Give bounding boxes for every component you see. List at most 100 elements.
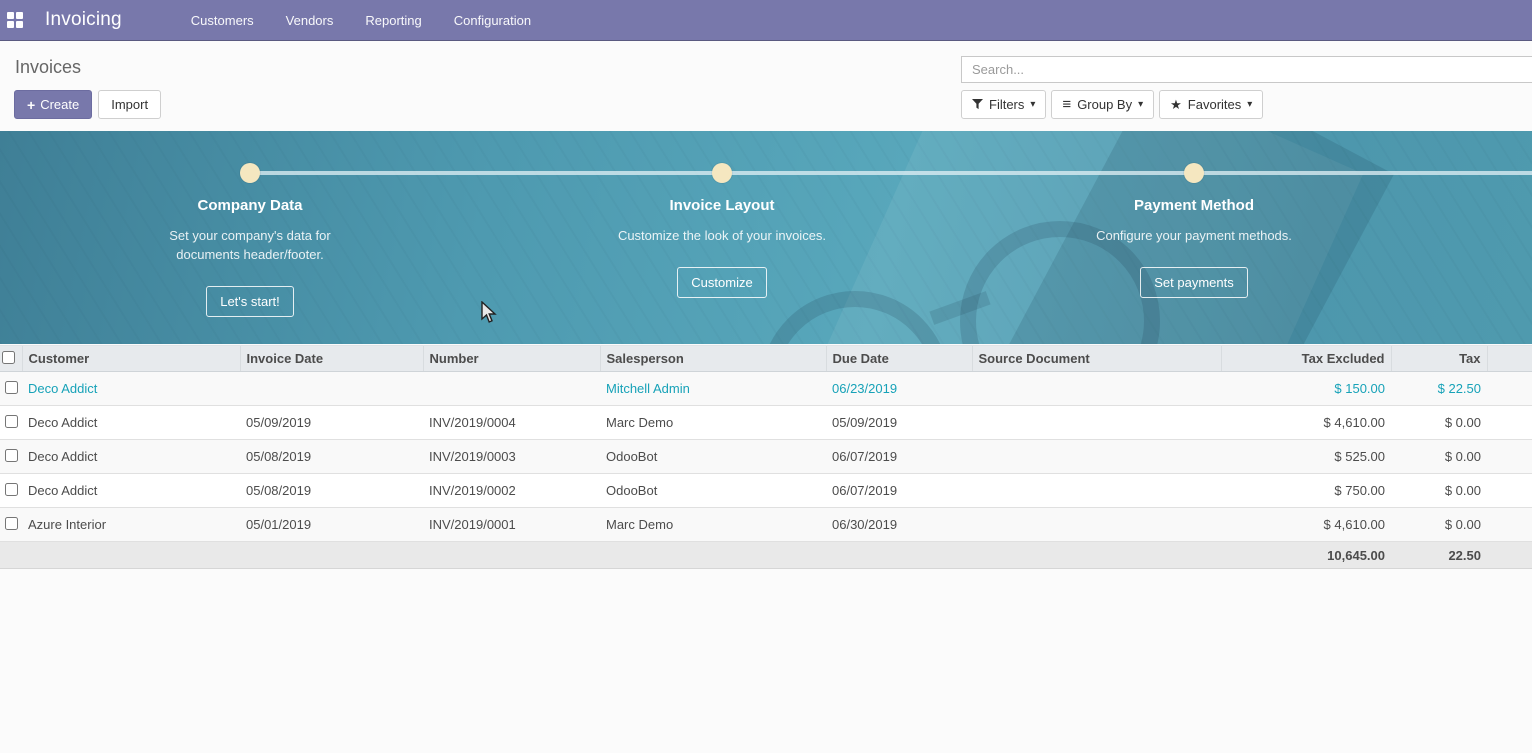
cell-invoice-date[interactable]: 05/08/2019: [240, 474, 423, 508]
cell-customer[interactable]: Deco Addict: [22, 440, 240, 474]
set-payments-button[interactable]: Set payments: [1140, 267, 1248, 298]
funnel-icon: [972, 99, 983, 110]
search-input[interactable]: [961, 56, 1532, 83]
cell-source-document[interactable]: [972, 508, 1221, 542]
cell-tax-excluded[interactable]: $ 525.00: [1221, 440, 1391, 474]
row-checkbox[interactable]: [5, 449, 18, 462]
menu-reporting[interactable]: Reporting: [353, 7, 433, 34]
cell-number[interactable]: INV/2019/0004: [423, 406, 600, 440]
col-header-due-date[interactable]: Due Date: [826, 346, 972, 372]
total-tax-excluded: 10,645.00: [1221, 542, 1391, 569]
cell-due-date[interactable]: 06/23/2019: [826, 372, 972, 406]
cell-trailing: [1487, 542, 1532, 569]
cell-salesperson[interactable]: OdooBot: [600, 474, 826, 508]
cell-trailing: [1487, 474, 1532, 508]
invoicing-app-screen: Invoicing Customers Vendors Reporting Co…: [0, 0, 1532, 753]
filters-label: Filters: [989, 97, 1024, 112]
row-checkbox[interactable]: [5, 381, 18, 394]
col-header-tax-excluded[interactable]: Tax Excluded: [1221, 346, 1391, 372]
import-button[interactable]: Import: [98, 90, 161, 119]
group-by-button[interactable]: ≡ Group By ▾: [1051, 90, 1154, 119]
import-button-label: Import: [111, 97, 148, 112]
cell-trailing: [1487, 372, 1532, 406]
cell-tax-excluded[interactable]: $ 4,610.00: [1221, 508, 1391, 542]
action-buttons: + Create Import: [14, 90, 161, 119]
cell-salesperson[interactable]: Marc Demo: [600, 508, 826, 542]
table-row[interactable]: Deco Addict Mitchell Admin 06/23/2019 $ …: [0, 372, 1532, 406]
cell-trailing: [1487, 406, 1532, 440]
cell-customer[interactable]: Deco Addict: [22, 372, 240, 406]
favorites-button[interactable]: ★ Favorites ▾: [1159, 90, 1263, 119]
cell-number[interactable]: [423, 372, 600, 406]
total-tax: 22.50: [1391, 542, 1487, 569]
row-checkbox[interactable]: [5, 483, 18, 496]
cell-tax[interactable]: $ 0.00: [1391, 474, 1487, 508]
col-header-tax[interactable]: Tax: [1391, 346, 1487, 372]
col-header-salesperson[interactable]: Salesperson: [600, 346, 826, 372]
cell-source-document[interactable]: [972, 474, 1221, 508]
col-header-invoice-date[interactable]: Invoice Date: [240, 346, 423, 372]
create-button[interactable]: + Create: [14, 90, 92, 119]
timeline-dot-invoice-layout: [712, 163, 732, 183]
apps-grid-icon[interactable]: [7, 12, 23, 28]
chevron-down-icon: ▾: [1030, 99, 1035, 110]
cell-tax[interactable]: $ 0.00: [1391, 406, 1487, 440]
cell-tax[interactable]: $ 22.50: [1391, 372, 1487, 406]
cell-number[interactable]: INV/2019/0002: [423, 474, 600, 508]
cell-trailing: [1487, 440, 1532, 474]
row-checkbox[interactable]: [5, 415, 18, 428]
step-title: Company Data: [110, 197, 390, 214]
step-description: Set your company's data for documents he…: [145, 226, 355, 264]
timeline-dot-payment-method: [1184, 163, 1204, 183]
cell-salesperson[interactable]: Mitchell Admin: [600, 372, 826, 406]
cell-tax-excluded[interactable]: $ 4,610.00: [1221, 406, 1391, 440]
cell-tax[interactable]: $ 0.00: [1391, 508, 1487, 542]
table-row[interactable]: Deco Addict 05/08/2019 INV/2019/0002 Odo…: [0, 474, 1532, 508]
cell-source-document[interactable]: [972, 440, 1221, 474]
select-all-checkbox[interactable]: [2, 351, 15, 364]
lets-start-button[interactable]: Let's start!: [206, 286, 294, 317]
star-icon: ★: [1170, 97, 1182, 113]
cell-invoice-date[interactable]: 05/09/2019: [240, 406, 423, 440]
cell-tax-excluded[interactable]: $ 150.00: [1221, 372, 1391, 406]
group-by-label: Group By: [1077, 97, 1132, 112]
cell-invoice-date[interactable]: [240, 372, 423, 406]
timeline-dot-company-data: [240, 163, 260, 183]
cell-trailing: [1487, 508, 1532, 542]
app-title: Invoicing: [45, 9, 122, 31]
menu-customers[interactable]: Customers: [179, 7, 266, 34]
cell-invoice-date[interactable]: 05/01/2019: [240, 508, 423, 542]
cell-due-date[interactable]: 05/09/2019: [826, 406, 972, 440]
onboarding-timeline: [250, 171, 1532, 175]
customize-button[interactable]: Customize: [677, 267, 766, 298]
table-row[interactable]: Azure Interior 05/01/2019 INV/2019/0001 …: [0, 508, 1532, 542]
cell-tax-excluded[interactable]: $ 750.00: [1221, 474, 1391, 508]
cell-due-date[interactable]: 06/07/2019: [826, 440, 972, 474]
col-header-number[interactable]: Number: [423, 346, 600, 372]
cell-source-document[interactable]: [972, 406, 1221, 440]
cell-number[interactable]: INV/2019/0001: [423, 508, 600, 542]
cell-source-document[interactable]: [972, 372, 1221, 406]
table-row[interactable]: Deco Addict 05/09/2019 INV/2019/0004 Mar…: [0, 406, 1532, 440]
cell-tax[interactable]: $ 0.00: [1391, 440, 1487, 474]
mouse-cursor: [481, 301, 497, 325]
cell-salesperson[interactable]: OdooBot: [600, 440, 826, 474]
cell-due-date[interactable]: 06/30/2019: [826, 508, 972, 542]
menu-vendors[interactable]: Vendors: [274, 7, 346, 34]
cell-due-date[interactable]: 06/07/2019: [826, 474, 972, 508]
cell-number[interactable]: INV/2019/0003: [423, 440, 600, 474]
cell-customer[interactable]: Deco Addict: [22, 406, 240, 440]
page-title: Invoices: [15, 57, 81, 78]
group-by-icon: ≡: [1062, 96, 1071, 113]
cell-customer[interactable]: Azure Interior: [22, 508, 240, 542]
cell-salesperson[interactable]: Marc Demo: [600, 406, 826, 440]
col-header-customer[interactable]: Customer: [22, 346, 240, 372]
filters-button[interactable]: Filters ▾: [961, 90, 1046, 119]
table-row[interactable]: Deco Addict 05/08/2019 INV/2019/0003 Odo…: [0, 440, 1532, 474]
cell-customer[interactable]: Deco Addict: [22, 474, 240, 508]
onboarding-banner: Company Data Set your company's data for…: [0, 131, 1532, 344]
col-header-source-document[interactable]: Source Document: [972, 346, 1221, 372]
row-checkbox[interactable]: [5, 517, 18, 530]
menu-configuration[interactable]: Configuration: [442, 7, 543, 34]
cell-invoice-date[interactable]: 05/08/2019: [240, 440, 423, 474]
